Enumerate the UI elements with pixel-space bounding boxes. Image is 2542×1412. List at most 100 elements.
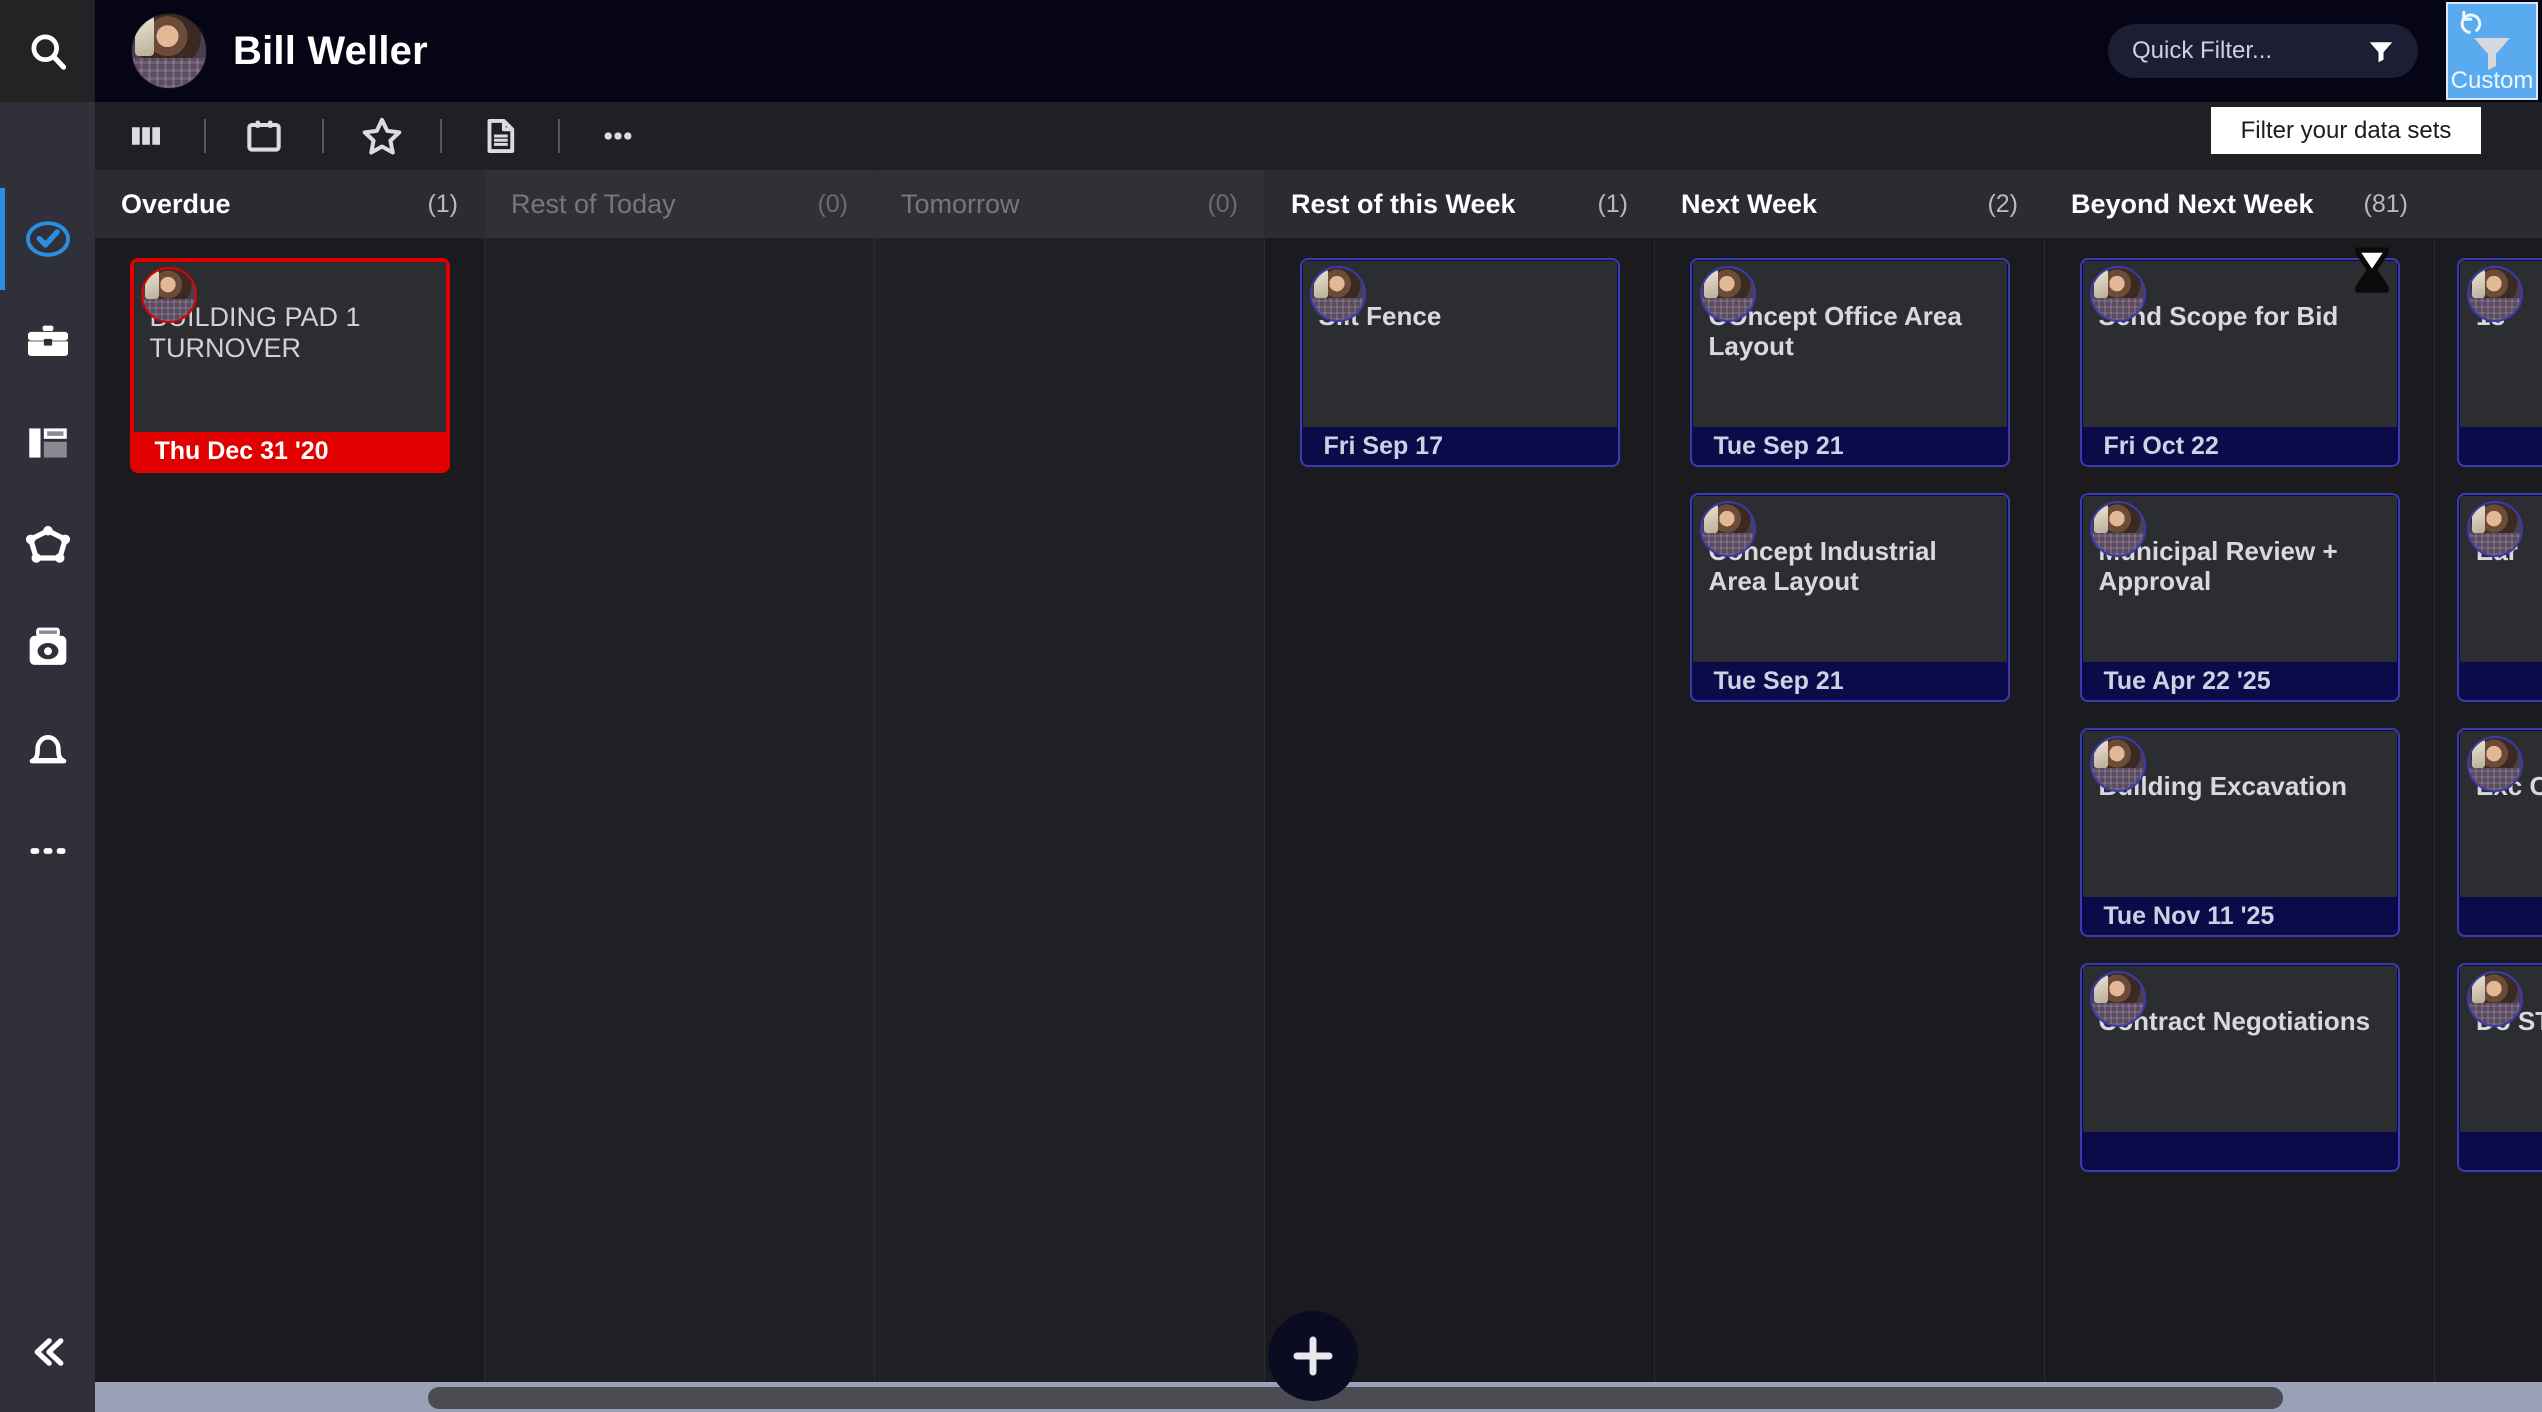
avatar: [2089, 266, 2146, 322]
column-body[interactable]: [485, 238, 875, 1382]
task-card-due-date: Fri Oct 22: [2103, 431, 2219, 460]
task-card-due-date: Tue Apr 22 '25: [2103, 666, 2271, 695]
column-title: Rest of this Week: [1291, 188, 1516, 219]
sidebar-item-dashboard[interactable]: [0, 392, 95, 494]
custom-filter-label: Custom: [2450, 67, 2534, 94]
task-card[interactable]: BUILDING PAD 1 TURNOVER Thu Dec 31 '20: [129, 258, 450, 473]
sidebar-item-notifications[interactable]: [0, 698, 95, 800]
column-header[interactable]: Overdue (1): [95, 170, 485, 238]
avatar: [2467, 971, 2523, 1027]
sidebar-item-media[interactable]: [0, 596, 95, 698]
sidebar-item-shapes[interactable]: [0, 494, 95, 596]
column-count: (81): [2363, 189, 2408, 218]
star-icon: [362, 117, 402, 155]
view-toolbar: [95, 102, 2542, 170]
board-column: Beyond Next Week (81) Send Scope for Bid Fr…: [2045, 170, 2435, 1382]
column-body[interactable]: Send Scope for Bid Fri Oct 22 Municipal Re…: [2045, 238, 2435, 1382]
task-card[interactable]: Exc Co: [2457, 728, 2542, 937]
plus-icon: [1293, 1336, 1333, 1376]
avatar: [2089, 736, 2146, 792]
column-header[interactable]: [2435, 170, 2542, 238]
column-title: Rest of Today: [511, 188, 676, 219]
column-header[interactable]: Next Week (2): [1655, 170, 2045, 238]
sidebar-item-tasks[interactable]: [0, 188, 95, 290]
board-column: Rest of Today (0): [485, 170, 875, 1382]
task-card-due-date: Fri Sep 17: [1323, 431, 1444, 460]
column-body[interactable]: BUILDING PAD 1 TURNOVER Thu Dec 31 '20: [95, 238, 485, 1382]
avatar: [140, 267, 197, 323]
column-body[interactable]: 18" Ear Exc Co Do STR: [2435, 238, 2542, 1382]
column-title: Tomorrow: [901, 188, 1020, 219]
column-count: (1): [427, 189, 458, 218]
camera-icon: [29, 627, 66, 665]
avatar: [2467, 266, 2523, 322]
toolbar-divider: [322, 119, 324, 153]
ellipsis-icon: [604, 132, 632, 140]
column-header[interactable]: Rest of Today (0): [485, 170, 875, 238]
hourglass-icon: [2344, 242, 2400, 303]
task-card[interactable]: Building Excavation Tue Nov 11 '25: [2079, 728, 2400, 937]
task-card-due-date: Thu Dec 31 '20: [154, 436, 329, 465]
more-options-button[interactable]: [587, 102, 649, 170]
tooltip: Filter your data sets: [2211, 107, 2481, 154]
polygon-icon: [25, 525, 70, 563]
toolbar-divider: [558, 119, 560, 153]
column-body[interactable]: Silt Fence Fri Sep 17: [1265, 238, 1655, 1382]
column-header[interactable]: Beyond Next Week (81): [2045, 170, 2435, 238]
calendar-view-button[interactable]: [233, 102, 295, 170]
columns-icon: [132, 127, 160, 145]
column-body[interactable]: COncept Office Area Layout Tue Sep 21 Conc…: [1655, 238, 2045, 1382]
task-card[interactable]: Contract Negotiations: [2079, 963, 2400, 1172]
quick-filter-placeholder: Quick Filter...: [2132, 37, 2273, 64]
column-title: Beyond Next Week: [2071, 188, 2314, 219]
task-card[interactable]: Send Scope for Bid Fri Oct 22: [2079, 247, 2400, 467]
quick-filter-input[interactable]: Quick Filter...: [2108, 24, 2418, 78]
layout-dashboard-icon: [28, 428, 67, 458]
favorites-button[interactable]: [351, 102, 413, 170]
task-card-due-date: Tue Sep 21: [1713, 431, 1844, 460]
task-card[interactable]: Ear: [2457, 493, 2542, 702]
sidebar-item-projects[interactable]: [0, 290, 95, 392]
search-button[interactable]: [0, 0, 95, 102]
briefcase-icon: [27, 325, 68, 356]
board-column: Overdue (1) BUILDING PAD 1 TURNOVER Thu Dec…: [95, 170, 485, 1382]
sidebar-item-more[interactable]: [0, 800, 95, 902]
header-right-group: Quick Filter... Custom: [2108, 0, 2542, 102]
document-icon: [487, 119, 515, 153]
add-task-button[interactable]: [1268, 1311, 1358, 1401]
task-card[interactable]: COncept Office Area Layout Tue Sep 21: [1689, 258, 2010, 467]
toolbar-divider: [440, 119, 442, 153]
task-card-due-date: Tue Nov 11 '25: [2103, 901, 2275, 930]
task-card[interactable]: Silt Fence Fri Sep 17: [1299, 258, 1620, 467]
avatar: [1309, 266, 1366, 322]
kanban-board: Overdue (1) BUILDING PAD 1 TURNOVER Thu Dec…: [95, 170, 2542, 1382]
reports-button[interactable]: [469, 102, 531, 170]
task-card[interactable]: 18": [2457, 258, 2542, 467]
column-header[interactable]: Rest of this Week (1): [1265, 170, 1655, 238]
task-card-due-date: [2459, 662, 2542, 700]
task-card-due-date: [2082, 1132, 2398, 1170]
avatar: [131, 13, 207, 89]
task-card[interactable]: Concept Industrial Area Layout Tue Sep 21: [1689, 493, 2010, 702]
avatar: [2089, 501, 2146, 557]
calendar-icon: [247, 120, 281, 152]
custom-filter-button[interactable]: Custom: [2446, 2, 2538, 100]
column-count: (0): [1207, 189, 1238, 218]
rail-bottom-filler: [0, 1382, 95, 1412]
board-column: Next Week (2) COncept Office Area Layout Tu…: [1655, 170, 2045, 1382]
board-column: 18" Ear Exc Co Do STR: [2435, 170, 2542, 1382]
left-nav-rail: [0, 0, 95, 1412]
task-card[interactable]: Municipal Review + Approval Tue Apr 22 '2…: [2079, 493, 2400, 702]
app-header: Bill Weller Quick Filter... Custom: [95, 0, 2542, 102]
check-circle-icon: [25, 221, 70, 257]
column-header[interactable]: Tomorrow (0): [875, 170, 1265, 238]
avatar: [1699, 501, 1756, 557]
task-card-due-date: [2459, 1132, 2542, 1170]
task-card-due-date: Tue Sep 21: [1713, 666, 1844, 695]
scrollbar-thumb[interactable]: [428, 1387, 2283, 1409]
column-body[interactable]: [875, 238, 1265, 1382]
column-count: (1): [1597, 189, 1628, 218]
board-view-button[interactable]: [115, 102, 177, 170]
avatar: [2467, 736, 2523, 792]
task-card[interactable]: Do STR: [2457, 963, 2542, 1172]
